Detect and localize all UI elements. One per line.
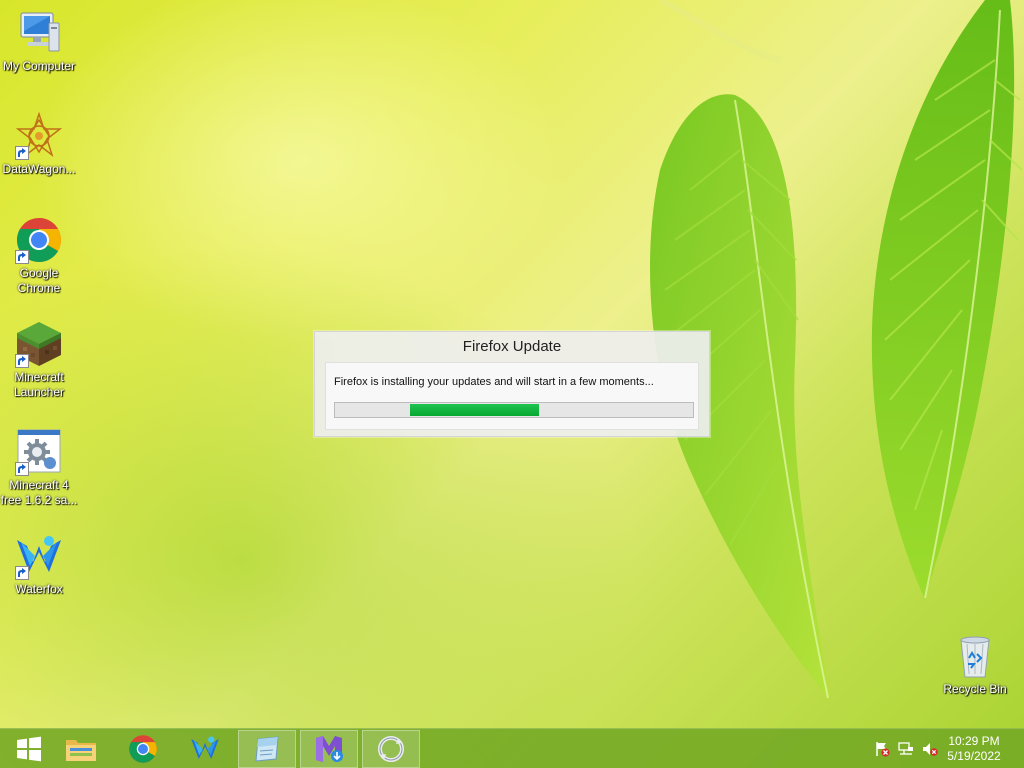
chrome-icon — [129, 735, 157, 763]
desktop-icon-label: DataWagon... — [2, 162, 76, 176]
desktop-icon-label: Recycle Bin — [943, 682, 1007, 696]
taskbar-sync-app[interactable] — [362, 730, 420, 768]
update-progress-bar — [334, 402, 694, 418]
shortcut-arrow-icon — [15, 250, 29, 264]
dialog-message: Firefox is installing your updates and w… — [334, 376, 654, 388]
clock-date: 5/19/2022 — [947, 749, 1001, 763]
chrome-icon — [15, 216, 63, 264]
shortcut-arrow-icon — [15, 566, 29, 580]
notepad-icon — [255, 736, 279, 762]
waterfox-icon — [15, 532, 63, 580]
start-button[interactable] — [0, 730, 58, 768]
installer-app-icon — [316, 736, 343, 762]
volume-muted-icon[interactable] — [922, 741, 938, 757]
dialog-title: Firefox Update — [462, 338, 562, 355]
taskbar-installer[interactable] — [300, 730, 358, 768]
recycle-bin-icon — [951, 632, 999, 680]
system-clock[interactable]: 10:29 PM 5/19/2022 — [943, 734, 1005, 764]
desktop-icon-label: Minecraft Launcher — [13, 370, 65, 399]
windows-start-icon — [17, 736, 41, 762]
desktop-icon-google-chrome[interactable]: Google Chrome — [0, 216, 78, 296]
shortcut-arrow-icon — [15, 354, 29, 368]
desktop-icon-minecraft-installer[interactable]: Minecraft 4 free 1.6.2 sa... — [0, 428, 78, 508]
desktop-icon-label: Waterfox — [15, 582, 63, 596]
desktop-icon-label: My Computer — [2, 59, 76, 73]
taskbar-notepad[interactable] — [238, 730, 296, 768]
network-icon[interactable] — [898, 741, 914, 757]
firefox-update-dialog: Firefox Update Firefox is installing you… — [314, 331, 710, 437]
installer-icon — [15, 428, 63, 476]
desktop-icon-label: Google Chrome — [17, 266, 61, 295]
desktop-icon-label: Minecraft 4 free 1.6.2 sa... — [0, 478, 78, 507]
progress-bar-fill — [410, 404, 539, 416]
desktop-icon-recycle-bin[interactable]: Recycle Bin — [936, 632, 1014, 697]
datawagon-icon — [15, 111, 63, 160]
taskbar-file-explorer[interactable] — [52, 730, 110, 768]
taskbar: 10:29 PM 5/19/2022 — [0, 728, 1024, 768]
minecraft-icon — [15, 320, 63, 368]
clock-time: 10:29 PM — [948, 734, 1000, 748]
computer-icon — [15, 9, 63, 57]
action-center-flag-icon[interactable] — [874, 741, 890, 757]
shortcut-arrow-icon — [15, 462, 29, 476]
taskbar-waterfox[interactable] — [176, 730, 234, 768]
desktop-icon-waterfox[interactable]: Waterfox — [0, 532, 78, 597]
waterfox-icon — [191, 736, 219, 759]
desktop-icon-my-computer[interactable]: My Computer — [0, 9, 78, 74]
shortcut-arrow-icon — [15, 146, 29, 160]
dialog-body: Firefox is installing your updates and w… — [325, 362, 699, 430]
desktop-icon-datawagon[interactable]: DataWagon... — [0, 111, 78, 177]
desktop-icon-minecraft-launcher[interactable]: Minecraft Launcher — [0, 320, 78, 400]
sync-icon — [378, 736, 404, 762]
file-explorer-icon — [66, 740, 96, 761]
taskbar-chrome[interactable] — [114, 730, 172, 768]
